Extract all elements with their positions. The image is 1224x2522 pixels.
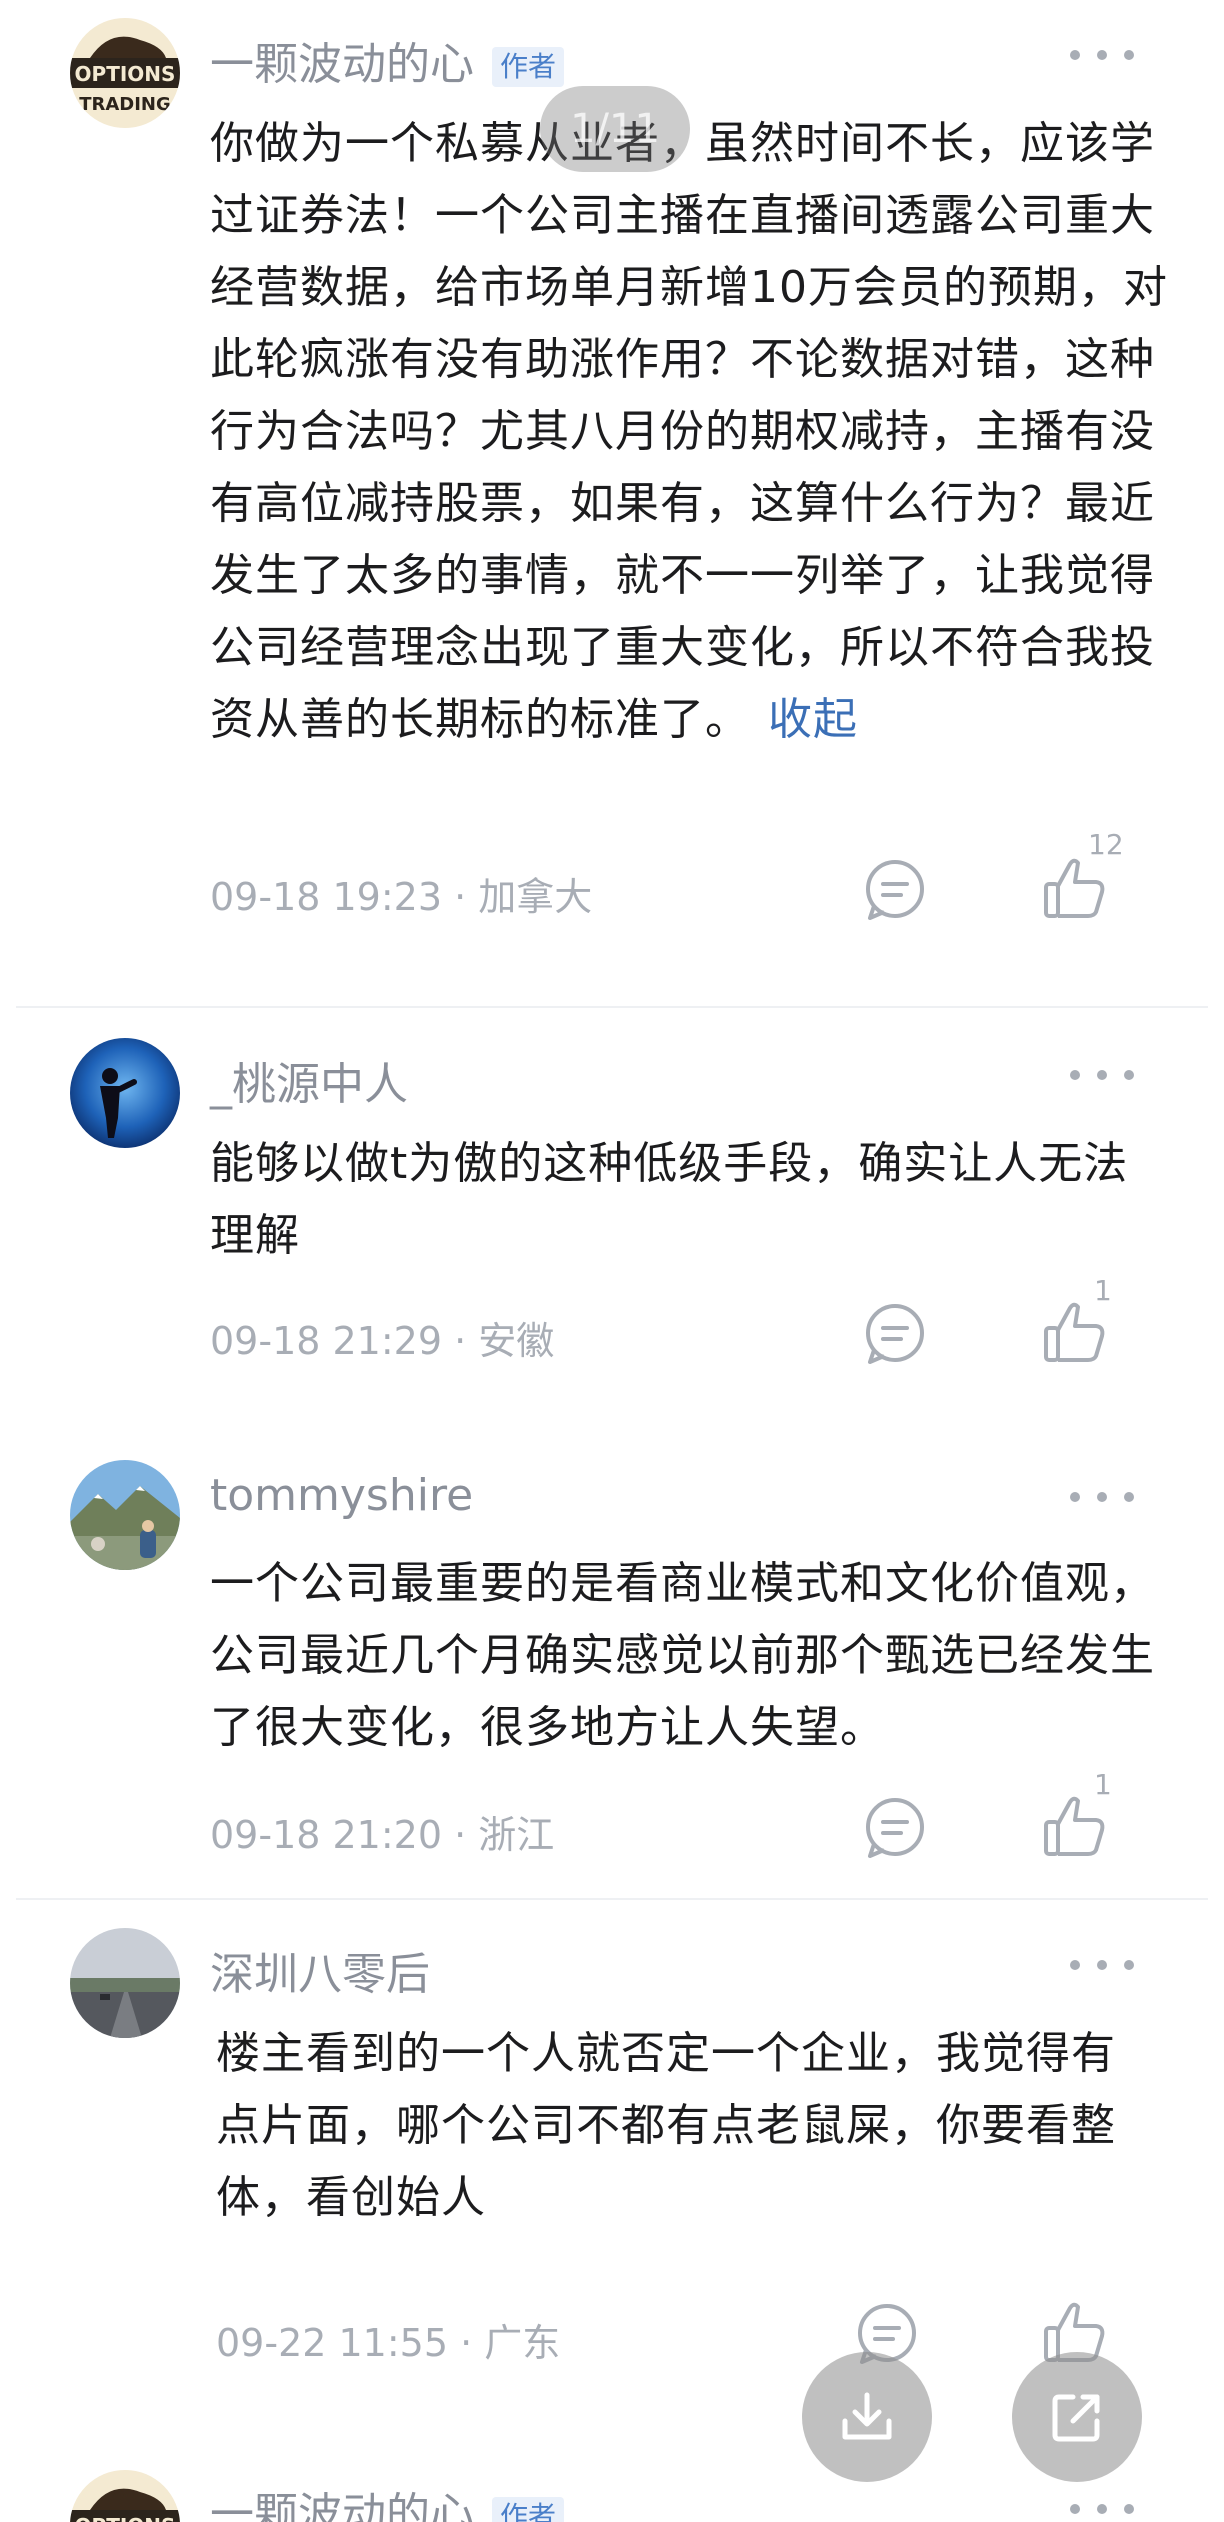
author-badge: 作者 xyxy=(492,47,565,87)
more-dots-icon[interactable] xyxy=(1070,40,1134,70)
share-button[interactable] xyxy=(1012,2352,1142,2482)
comment-meta: 09-18 21:20 · 浙江 xyxy=(210,1804,554,1859)
username[interactable]: 一颗波动的心 作者 xyxy=(210,28,565,92)
meta-separator: · xyxy=(448,2321,485,2365)
avatar[interactable] xyxy=(70,1928,180,2038)
username-text[interactable]: 一颗波动的心 xyxy=(210,2489,474,2522)
like-count: 1 xyxy=(1094,1274,1112,1307)
thumbs-up-icon[interactable] xyxy=(1040,1792,1110,1862)
comment-meta: 09-22 11:55 · 广东 xyxy=(216,2312,560,2367)
like-count: 12 xyxy=(1088,828,1124,861)
meta-separator: · xyxy=(442,1319,479,1363)
avatar[interactable]: OPTIONS TRADING xyxy=(70,18,180,128)
page-indicator: 1/11 xyxy=(540,86,690,172)
username[interactable]: tommyshire xyxy=(210,1470,473,1521)
comment-time: 09-18 21:20 xyxy=(210,1813,443,1857)
avatar[interactable]: OPTIONS xyxy=(70,2470,180,2522)
more-dots-icon[interactable] xyxy=(1070,2494,1134,2522)
reply-bubble-icon[interactable] xyxy=(860,1298,930,1368)
divider xyxy=(16,1006,1208,1008)
comment-location: 安徽 xyxy=(478,1319,555,1363)
avatar[interactable] xyxy=(70,1460,180,1570)
username-text[interactable]: 一颗波动的心 xyxy=(210,39,474,90)
svg-text:OPTIONS: OPTIONS xyxy=(75,62,176,86)
like-count: 1 xyxy=(1094,1768,1112,1801)
comment-location: 浙江 xyxy=(478,1813,555,1857)
avatar-options-logo: OPTIONS xyxy=(70,2470,180,2522)
meta-separator: · xyxy=(442,1813,479,1857)
comment-body: 你做为一个私募从业者，虽然时间不长，应该学过证券法！一个公司主播在直播间透露公司… xyxy=(210,108,1170,756)
comment-text: 你做为一个私募从业者，虽然时间不长，应该学过证券法！一个公司主播在直播间透露公司… xyxy=(210,118,1168,745)
share-icon xyxy=(1052,2394,1100,2442)
avatar-road-photo xyxy=(70,1928,180,2038)
divider xyxy=(16,1898,1208,1900)
avatar-options-logo: OPTIONS TRADING xyxy=(70,18,180,128)
collapse-link[interactable]: 收起 xyxy=(768,694,858,745)
comment-time: 09-18 21:29 xyxy=(210,1319,443,1363)
comment-time: 09-22 11:55 xyxy=(216,2321,449,2365)
username[interactable]: _桃源中人 xyxy=(210,1048,408,1112)
comment-meta: 09-18 19:23 · 加拿大 xyxy=(210,866,592,921)
more-dots-icon[interactable] xyxy=(1070,1482,1134,1512)
reply-bubble-icon[interactable] xyxy=(860,854,930,924)
download-icon xyxy=(842,2392,892,2440)
comment-body: 楼主看到的一个人就否定一个企业，我觉得有点片面，哪个公司不都有点老鼠屎，你要看整… xyxy=(216,2028,1116,2223)
username[interactable]: 深圳八零后 xyxy=(210,1938,430,2002)
thumbs-up-icon[interactable] xyxy=(1040,1298,1110,1368)
svg-text:OPTIONS: OPTIONS xyxy=(75,2514,176,2522)
username[interactable]: 一颗波动的心 作者 xyxy=(210,2478,565,2522)
svg-text:TRADING: TRADING xyxy=(79,94,171,115)
more-dots-icon[interactable] xyxy=(1070,1950,1134,1980)
comment-location: 广东 xyxy=(484,2321,561,2365)
download-button[interactable] xyxy=(802,2352,932,2482)
avatar[interactable] xyxy=(70,1038,180,1148)
avatar-mountain-photo xyxy=(70,1460,180,1570)
comment-body: 能够以做t为傲的这种低级手段，确实让人无法理解 xyxy=(210,1138,1129,1261)
comment-location: 加拿大 xyxy=(478,875,593,919)
comment-body: 一个公司最重要的是看商业模式和文化价值观，公司最近几个月确实感觉以前那个甄选已经… xyxy=(210,1558,1155,1753)
avatar-aquarium-photo xyxy=(70,1038,180,1148)
thumbs-up-icon[interactable] xyxy=(1040,854,1110,924)
comment-list-page: OPTIONS TRADING 一颗波动的心 作者 你做为一个私募从业者，虽然时间… xyxy=(0,0,1224,2522)
more-dots-icon[interactable] xyxy=(1070,1060,1134,1090)
comment-time: 09-18 19:23 xyxy=(210,875,443,919)
meta-separator: · xyxy=(442,875,479,919)
comment-meta: 09-18 21:29 · 安徽 xyxy=(210,1310,554,1365)
reply-bubble-icon[interactable] xyxy=(860,1792,930,1862)
author-badge: 作者 xyxy=(492,2497,565,2522)
